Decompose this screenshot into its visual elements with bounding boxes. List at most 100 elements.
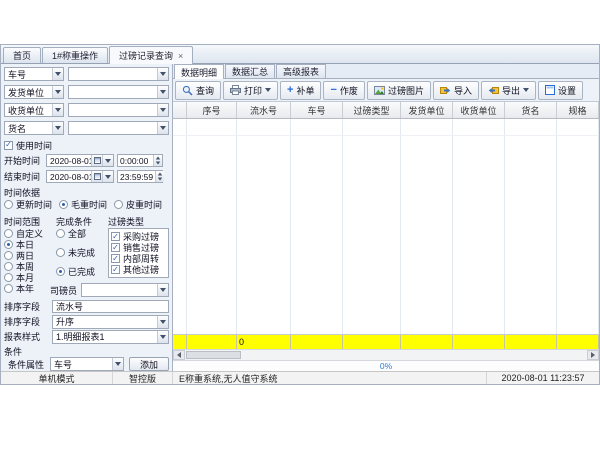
- tab-advanced-report[interactable]: 高级报表: [276, 64, 326, 78]
- settings-button[interactable]: 设置: [538, 81, 583, 100]
- scroll-left-arrow[interactable]: [173, 350, 185, 360]
- time-range-label: 时间范围: [4, 215, 56, 226]
- end-date-picker[interactable]: 2020-08-01: [46, 170, 114, 183]
- goods-value-combo[interactable]: [68, 121, 169, 135]
- checkbox-icon: ✓: [111, 254, 120, 263]
- weigher-combo[interactable]: [81, 283, 169, 297]
- supplement-order-button[interactable]: + 补单: [280, 81, 321, 100]
- radio-this-year-label: 本年: [16, 282, 34, 295]
- status-mode-label: 单机模式: [38, 372, 74, 384]
- status-bar: 单机模式 智控版 E称重系统,无人值守系统 2020-08-01 11:23:5…: [1, 371, 599, 384]
- grid-header-goods[interactable]: 货名: [505, 102, 557, 118]
- dropdown-arrow-icon: [102, 171, 113, 182]
- radio-tare-time[interactable]: 皮重时间: [114, 199, 162, 210]
- void-button[interactable]: − 作废: [323, 81, 364, 100]
- tab-data-detail[interactable]: 数据明细: [174, 64, 224, 79]
- radio-this-year[interactable]: 本年: [4, 283, 56, 294]
- tab-weigh-record-query[interactable]: 过磅记录查询 ×: [109, 46, 193, 64]
- start-time-spinner[interactable]: 0:00:00: [117, 154, 163, 167]
- vehicle-value-combo[interactable]: [68, 67, 169, 81]
- check-icon: ✓: [112, 233, 119, 241]
- end-time-label: 结束时间: [4, 170, 46, 183]
- dropdown-arrow-icon: [102, 155, 113, 166]
- consignee-value-combo[interactable]: [68, 103, 169, 117]
- consignee-field-select[interactable]: 收货单位: [4, 103, 64, 117]
- radio-unfinished[interactable]: 未完成: [56, 247, 108, 258]
- start-date-value: 2020-08-01: [47, 156, 91, 166]
- radio-icon: [56, 248, 65, 257]
- weigh-images-button[interactable]: 过磅图片: [367, 81, 431, 100]
- summary-cell-serial: [187, 335, 237, 349]
- goods-field-select[interactable]: 货名: [4, 121, 64, 135]
- condition-attr-combo[interactable]: 车号: [50, 357, 124, 371]
- start-date-picker[interactable]: 2020-08-01: [46, 154, 114, 167]
- grid-header-weigh-type[interactable]: 过磅类型: [343, 102, 401, 118]
- sort-order-value: 升序: [53, 315, 157, 328]
- print-button[interactable]: 打印: [223, 81, 278, 100]
- checkbox-other-weigh[interactable]: ✓ 其他过磅: [111, 264, 166, 275]
- tab-home[interactable]: 首页: [3, 47, 41, 63]
- grid-header-flow-no[interactable]: 流水号: [237, 102, 291, 118]
- radio-unfinished-label: 未完成: [68, 246, 95, 259]
- report-style-combo[interactable]: 1.明细报表1: [52, 330, 169, 344]
- grid-body[interactable]: [173, 119, 599, 334]
- tab-weigh-operation-label: 1#称重操作: [52, 49, 98, 62]
- start-time-row: 开始时间 2020-08-01 0:00:00: [4, 154, 169, 167]
- horizontal-scrollbar[interactable]: [173, 349, 599, 360]
- export-button[interactable]: 导出: [481, 81, 536, 100]
- dropdown-arrow-icon: [157, 122, 168, 134]
- sort-order-combo[interactable]: 升序: [52, 315, 169, 329]
- radio-update-time[interactable]: 更新时间: [4, 199, 52, 210]
- app-window: 首页 1#称重操作 过磅记录查询 × 车号: [0, 44, 600, 385]
- dropdown-arrow-icon: [157, 284, 168, 296]
- minus-icon: −: [330, 85, 336, 96]
- radio-finished-label: 已完成: [68, 265, 95, 278]
- end-time-spinner[interactable]: 23:59:59: [117, 170, 163, 183]
- radio-tare-time-label: 皮重时间: [126, 198, 162, 211]
- consignor-value-combo[interactable]: [68, 85, 169, 99]
- dropdown-arrow-icon: [52, 122, 63, 134]
- start-time-label: 开始时间: [4, 154, 46, 167]
- use-time-label: 使用时间: [16, 139, 52, 152]
- radio-finished[interactable]: 已完成: [56, 266, 108, 277]
- progress-percent: 0%: [380, 361, 392, 371]
- plus-icon: +: [287, 85, 293, 96]
- radio-all[interactable]: 全部: [56, 228, 108, 239]
- tab-weigh-operation[interactable]: 1#称重操作: [42, 47, 108, 63]
- use-time-row: ✓ 使用时间: [4, 139, 169, 151]
- status-edition-label: 智控版: [129, 372, 156, 384]
- dropdown-arrow-icon: [265, 88, 271, 92]
- radio-gross-time[interactable]: 毛重时间: [59, 199, 107, 210]
- printer-icon: [230, 85, 241, 95]
- import-button[interactable]: 导入: [433, 81, 479, 100]
- settings-icon: [545, 85, 555, 95]
- grid-header-serial[interactable]: 序号: [187, 102, 237, 118]
- consignor-field-label: 发货单位: [5, 86, 52, 99]
- dropdown-arrow-icon: [523, 88, 529, 92]
- use-time-checkbox[interactable]: ✓: [4, 141, 13, 150]
- grid-header-vehicle[interactable]: 车号: [291, 102, 343, 118]
- report-style-row: 报表样式 1.明细报表1: [4, 330, 169, 343]
- dropdown-arrow-icon: [157, 331, 168, 343]
- radio-icon: [4, 284, 13, 293]
- vehicle-field-select[interactable]: 车号: [4, 67, 64, 81]
- scroll-right-arrow[interactable]: [587, 350, 599, 360]
- start-time-value: 0:00:00: [118, 156, 153, 166]
- consignor-field-select[interactable]: 发货单位: [4, 85, 64, 99]
- grid-header-consignee[interactable]: 收货单位: [453, 102, 505, 118]
- grid-toolbar: 查询 打印 + 补单 − 作废: [173, 79, 599, 102]
- grid-header-consignor[interactable]: 发货单位: [401, 102, 453, 118]
- grid-header-spec[interactable]: 规格: [557, 102, 599, 118]
- condition-attr-value: 车号: [51, 358, 112, 371]
- sort-field-input[interactable]: 流水号: [52, 300, 169, 313]
- status-mode: 单机模式: [1, 372, 113, 384]
- import-icon: [440, 85, 451, 95]
- import-button-label: 导入: [454, 84, 472, 97]
- query-button[interactable]: 查询: [175, 81, 221, 100]
- add-condition-button[interactable]: 添加: [129, 357, 169, 371]
- scrollbar-thumb[interactable]: [186, 351, 241, 359]
- close-icon[interactable]: ×: [178, 51, 183, 61]
- grid-first-row-line: [173, 135, 599, 136]
- radio-icon: [114, 200, 123, 209]
- tab-data-summary[interactable]: 数据汇总: [225, 64, 275, 78]
